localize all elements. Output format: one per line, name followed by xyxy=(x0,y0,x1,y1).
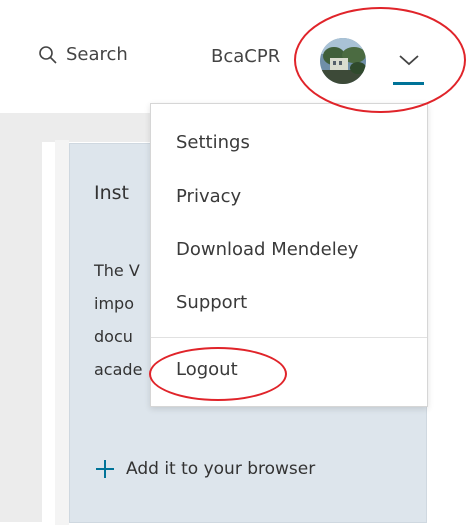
plus-icon xyxy=(96,460,114,478)
menu-item-settings[interactable]: Settings xyxy=(176,132,250,153)
add-to-browser-link[interactable]: Add it to your browser xyxy=(96,459,315,479)
menu-item-support[interactable]: Support xyxy=(176,292,247,313)
menu-item-download-mendeley[interactable]: Download Mendeley xyxy=(176,239,358,260)
search-icon xyxy=(39,45,57,64)
search-label: Search xyxy=(66,44,128,65)
install-card-line: The V xyxy=(94,261,140,280)
menu-item-logout[interactable]: Logout xyxy=(176,359,238,380)
install-card-line: docu xyxy=(94,327,133,346)
page: Inst The V impo docu acade Add it to you… xyxy=(0,0,467,532)
username-label[interactable]: BcaCPR xyxy=(211,46,280,67)
menu-item-privacy[interactable]: Privacy xyxy=(176,186,241,207)
install-card-line: acade xyxy=(94,360,143,379)
avatar[interactable] xyxy=(320,38,366,84)
page-background-strip xyxy=(0,113,150,142)
page-background-left xyxy=(0,142,42,522)
active-indicator xyxy=(393,82,424,85)
search-button[interactable]: Search xyxy=(38,44,128,65)
account-menu-toggle[interactable] xyxy=(396,50,422,70)
panel-edge xyxy=(55,140,69,525)
account-dropdown-menu: Settings Privacy Download Mendeley Suppo… xyxy=(150,103,428,407)
install-card-text: The V impo docu acade xyxy=(94,254,142,386)
avatar-image xyxy=(320,38,366,84)
add-to-browser-label: Add it to your browser xyxy=(126,459,316,479)
install-card-line: impo xyxy=(94,294,134,313)
menu-divider xyxy=(151,337,427,338)
chevron-down-icon xyxy=(399,55,419,66)
install-card-title: Inst xyxy=(94,182,129,204)
